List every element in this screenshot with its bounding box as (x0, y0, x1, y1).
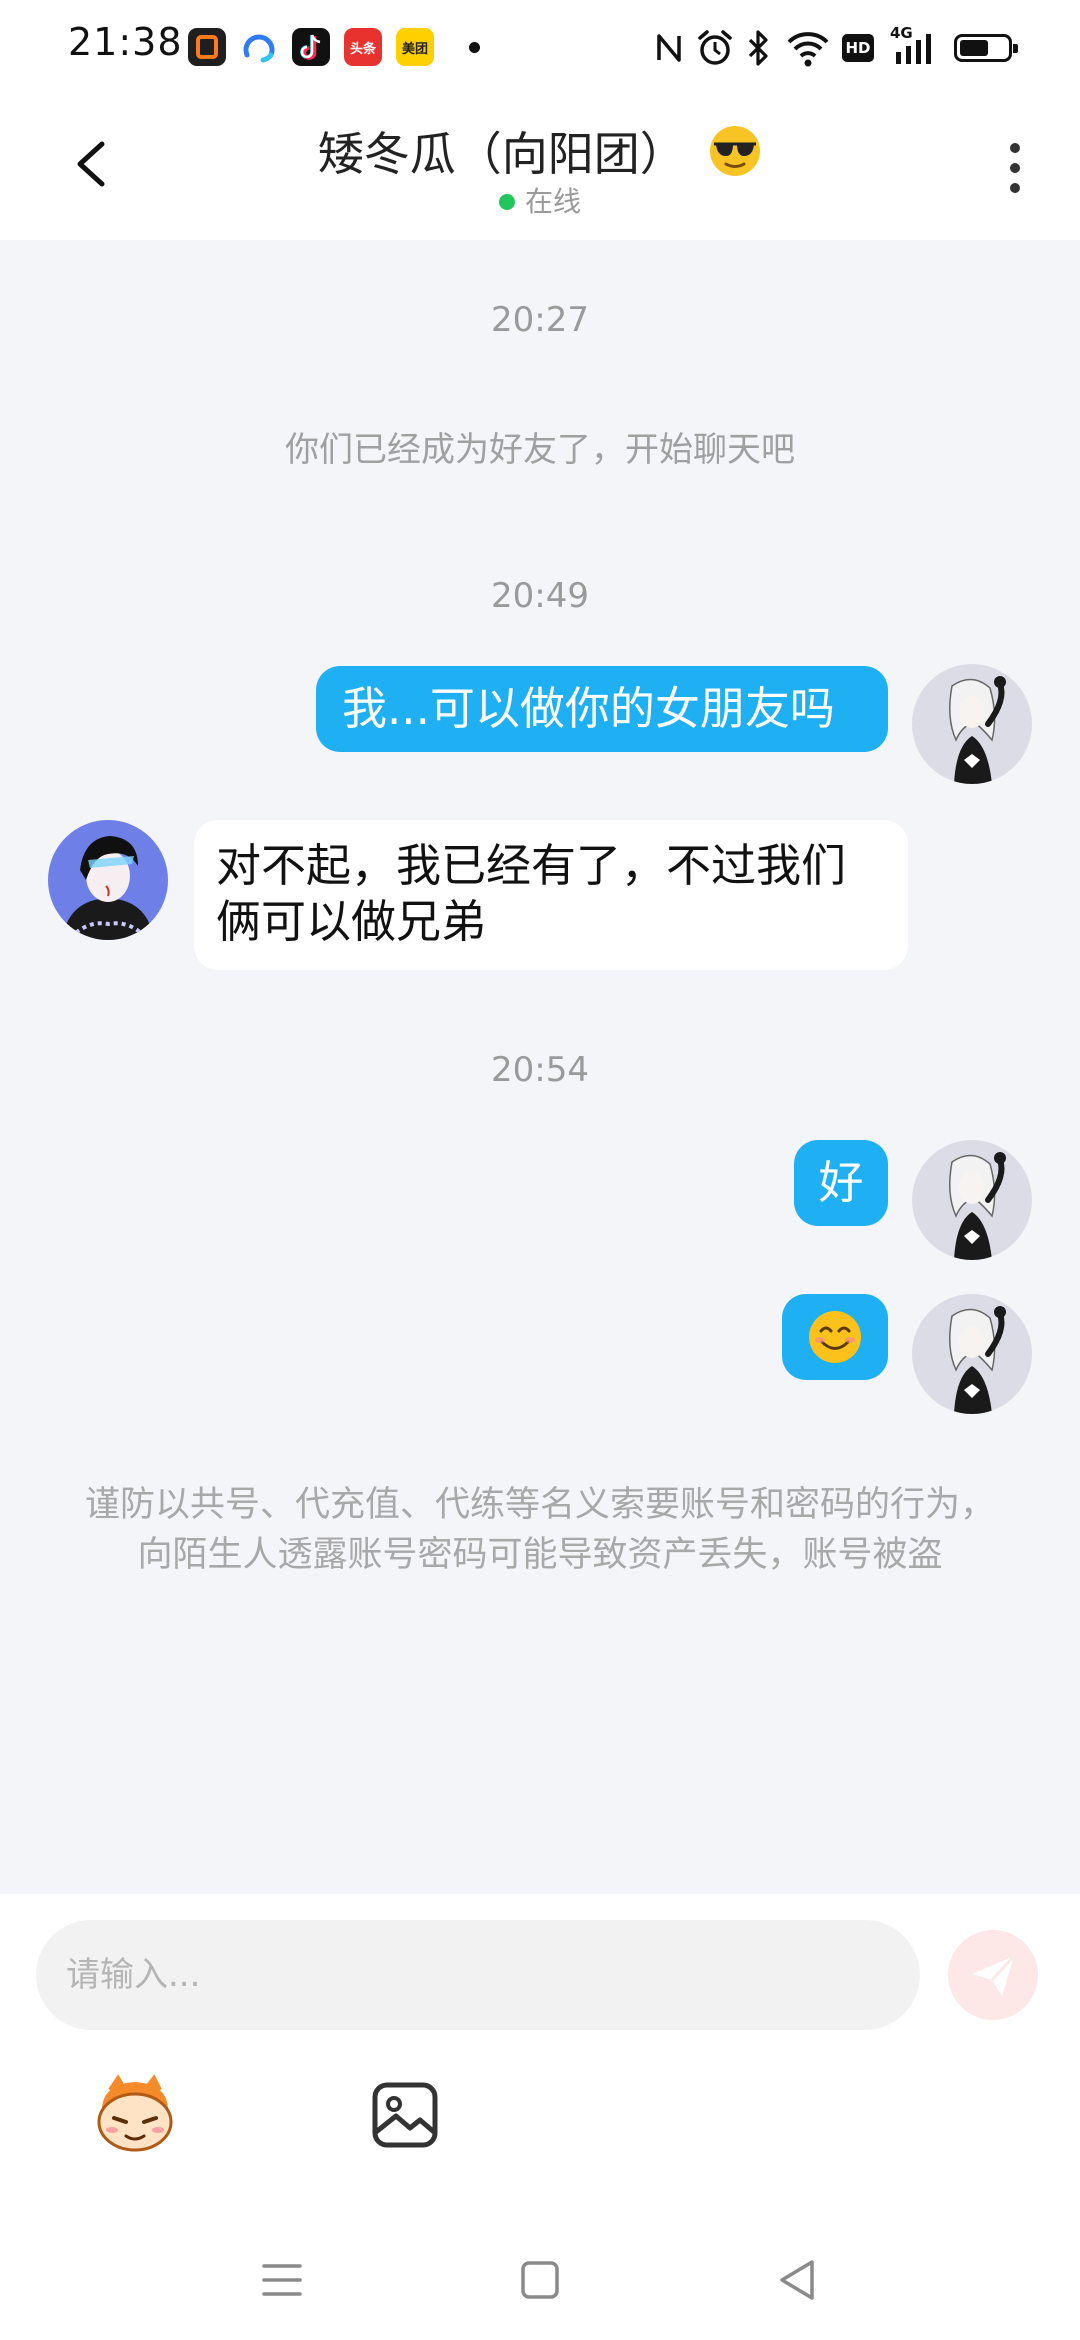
send-button[interactable] (948, 1930, 1038, 2020)
image-picker-button[interactable] (370, 2080, 440, 2150)
status-time: 21:38 (68, 20, 183, 64)
timestamp: 20:54 (491, 1050, 589, 1090)
contact-avatar[interactable] (48, 820, 168, 940)
signal-icon (896, 34, 931, 64)
meituan-app-label: 美团 (401, 41, 428, 57)
chat-message-list[interactable]: 20:27 你们已经成为好友了，开始聊天吧 20:49 我...可以做你的女朋友… (0, 240, 1080, 1894)
message-text: 对不起，我已经有了，不过我们俩可以做兄弟 (216, 839, 847, 948)
notification-dot-icon (469, 42, 480, 53)
chat-title-row: 矮冬瓜（向阳团） (0, 118, 1080, 184)
online-dot-icon (498, 194, 515, 210)
outgoing-message-bubble[interactable]: 好 (794, 1140, 888, 1226)
toutiao-app-icon: 头条 (344, 28, 382, 66)
smiling-emoji-icon (809, 1311, 861, 1363)
send-plane-icon (972, 1954, 1016, 1996)
chat-title: 矮冬瓜（向阳团） (317, 127, 686, 181)
hd-label: HD (845, 39, 871, 57)
my-avatar[interactable] (912, 1140, 1032, 1260)
chat-header: 矮冬瓜（向阳团） 在线 (0, 96, 1080, 240)
recent-apps-button[interactable] (252, 2250, 312, 2310)
bluetooth-icon (748, 30, 768, 66)
outgoing-message-bubble[interactable]: 我...可以做你的女朋友吗 (316, 666, 888, 752)
hd-badge: HD (842, 34, 874, 62)
nfc-icon (657, 34, 681, 62)
message-text: 好 (818, 1156, 864, 1209)
status-bar: 21:38 头条 美团 HD 4G (0, 0, 1080, 96)
browser-app-icon (240, 28, 278, 66)
online-status: 在线 (0, 180, 1080, 220)
sunglasses-emoji-icon (710, 126, 761, 176)
wifi-icon (787, 32, 829, 67)
home-button[interactable] (510, 2250, 570, 2310)
nav-back-button[interactable] (768, 2250, 828, 2310)
my-avatar[interactable] (912, 664, 1032, 784)
office-app-icon (188, 28, 226, 66)
emoji-sticker-button[interactable] (90, 2074, 180, 2154)
system-nav-bar (0, 2220, 1080, 2340)
message-text: 我...可以做你的女朋友吗 (342, 682, 835, 735)
timestamp: 20:27 (491, 300, 589, 340)
more-options-button[interactable] (1000, 138, 1030, 198)
timestamp: 20:49 (491, 576, 589, 616)
security-warning: 谨防以共号、代充值、代练等名义索要账号和密码的行为，向陌生人透露账号密码可能导致… (84, 1485, 995, 1575)
meituan-app-icon: 美团 (396, 28, 434, 66)
alarm-icon (698, 30, 732, 65)
my-avatar[interactable] (912, 1294, 1032, 1414)
outgoing-message-bubble[interactable]: 😊 (782, 1294, 888, 1380)
incoming-message-bubble[interactable]: 对不起，我已经有了，不过我们俩可以做兄弟 (194, 820, 908, 970)
tiktok-app-icon (292, 28, 330, 66)
friend-added-notice: 你们已经成为好友了，开始聊天吧 (285, 430, 795, 470)
toutiao-app-label: 头条 (349, 41, 376, 57)
message-input[interactable] (36, 1920, 920, 2030)
online-status-label: 在线 (524, 185, 581, 218)
battery-icon (954, 34, 1018, 62)
